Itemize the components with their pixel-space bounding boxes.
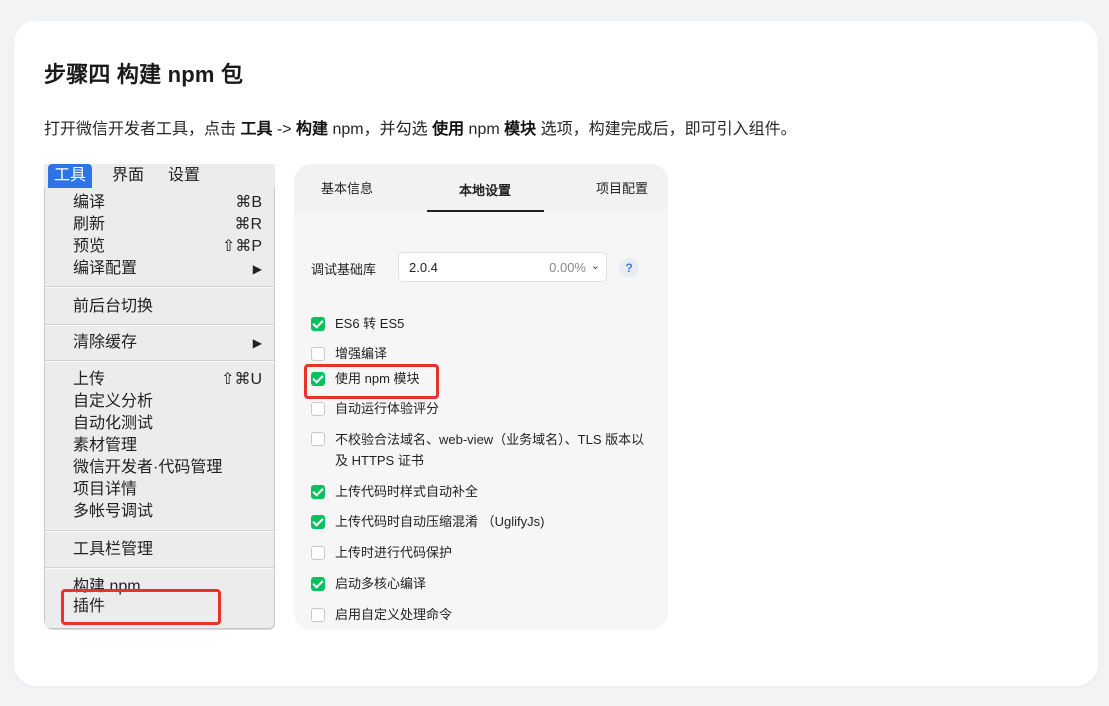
tab-project-config[interactable]: 项目配置 bbox=[596, 178, 648, 197]
menu-divider bbox=[45, 324, 274, 326]
desc-text: 打开微信开发者工具，点击 bbox=[44, 121, 241, 138]
menu-item-label: 素材管理 bbox=[73, 437, 138, 454]
menu-divider bbox=[45, 286, 274, 288]
shortcut-label: ⇧⌘U bbox=[221, 371, 262, 388]
step-description: 打开微信开发者工具，点击 工具 -> 构建 npm，并勾选 使用 npm 模块 … bbox=[44, 115, 797, 139]
menu-item-assets[interactable]: 素材管理 bbox=[73, 435, 262, 457]
checkbox-checked-icon[interactable] bbox=[311, 485, 325, 499]
checkbox-unchecked-icon[interactable] bbox=[311, 347, 325, 361]
shortcut-label: ⇧⌘P bbox=[221, 238, 262, 255]
checkbox-unchecked-icon[interactable] bbox=[311, 546, 325, 560]
option-label: 启动多核心编译 bbox=[335, 576, 427, 591]
base-library-version: 2.0.4 bbox=[409, 260, 438, 275]
checkbox-unchecked-icon[interactable] bbox=[311, 432, 325, 446]
desc-text: 选项，构建完成后，即可引入组件。 bbox=[536, 121, 797, 138]
option-label: ES6 转 ES5 bbox=[335, 316, 405, 331]
checkbox-unchecked-icon[interactable] bbox=[311, 608, 325, 622]
option-label: 上传时进行代码保护 bbox=[335, 545, 453, 560]
submenu-arrow-icon: ▶ bbox=[252, 336, 262, 350]
menu-divider bbox=[45, 530, 274, 532]
option-label: 增强编译 bbox=[335, 346, 388, 361]
shortcut-label: ⌘B bbox=[235, 194, 262, 211]
menubar-item-settings[interactable]: 设置 bbox=[162, 164, 206, 188]
menu-item-refresh[interactable]: 刷新 ⌘R bbox=[73, 214, 262, 236]
menu-item-label: 前后台切换 bbox=[73, 298, 154, 315]
desc-bold-build: 构建 bbox=[296, 121, 329, 138]
desc-bold-use: 使用 bbox=[432, 121, 465, 138]
option-label: 上传代码时样式自动补全 bbox=[335, 484, 479, 499]
menu-item-label: 编译配置 bbox=[73, 260, 138, 277]
menu-item-label: 清除缓存 bbox=[73, 334, 138, 351]
settings-tabs: 基本信息 本地设置 项目配置 bbox=[294, 164, 668, 212]
chevron-down-icon: ⌄ bbox=[590, 260, 600, 272]
base-library-percentage: 0.00% bbox=[549, 260, 586, 275]
menubar-item-tools[interactable]: 工具 bbox=[48, 164, 93, 188]
menubar: 工具 界面 设置 bbox=[44, 164, 275, 188]
desc-bold-tools: 工具 bbox=[240, 121, 273, 138]
base-library-label: 调试基础库 bbox=[311, 262, 377, 277]
menu-item-custom-analysis[interactable]: 自定义分析 bbox=[73, 391, 262, 413]
checkbox-checked-icon[interactable] bbox=[311, 317, 325, 331]
menu-item-label: 多帐号调试 bbox=[73, 503, 154, 520]
desc-text: npm bbox=[464, 121, 505, 138]
tab-local-settings[interactable]: 本地设置 bbox=[459, 180, 511, 199]
checkbox-checked-icon[interactable] bbox=[311, 515, 325, 529]
menu-item-preview[interactable]: 预览 ⇧⌘P bbox=[73, 236, 262, 258]
menu-item-toolbar-management[interactable]: 工具栏管理 bbox=[73, 539, 262, 561]
checkbox-unchecked-icon[interactable] bbox=[311, 402, 325, 416]
option-label: 不校验合法域名、web-view（业务域名）、TLS 版本以及 HTTPS 证书 bbox=[335, 432, 645, 468]
desc-text: npm，并勾选 bbox=[328, 121, 433, 138]
menubar-item-interface[interactable]: 界面 bbox=[106, 164, 150, 188]
tools-dropdown-menu: 编译 ⌘B 刷新 ⌘R 预览 ⇧⌘P 编译配置 ▶ 前后台切换 清除缓存 ▶ 上传 ⇧⌘U … bbox=[44, 188, 275, 629]
desc-text: -> bbox=[272, 121, 297, 138]
menu-item-auto-test[interactable]: 自动化测试 bbox=[73, 413, 262, 435]
menu-item-label: 上传 bbox=[73, 371, 106, 388]
menu-item-label: 编译 bbox=[73, 194, 106, 211]
menu-item-label: 刷新 bbox=[73, 216, 106, 233]
menu-item-upload[interactable]: 上传 ⇧⌘U bbox=[73, 369, 262, 391]
option-label: 自动运行体验评分 bbox=[335, 401, 440, 416]
local-settings-screenshot: 基本信息 本地设置 项目配置 调试基础库 2.0.4 0.00% ⌄ ? ES6… bbox=[294, 164, 668, 630]
active-tab-indicator bbox=[427, 210, 544, 212]
option-label: 启用自定义处理命令 bbox=[335, 607, 453, 622]
menu-item-compile-config[interactable]: 编译配置 ▶ bbox=[73, 258, 262, 280]
menu-item-label: 自动化测试 bbox=[73, 415, 154, 432]
tools-menu-screenshot: 工具 界面 设置 编译 ⌘B 刷新 ⌘R 预览 ⇧⌘P 编译配置 ▶ 前后台切换 清除缓… bbox=[44, 164, 275, 630]
content-card: 步骤四 构建 npm 包 打开微信开发者工具，点击 工具 -> 构建 npm，并… bbox=[14, 21, 1098, 686]
step-title: 步骤四 构建 npm 包 bbox=[44, 62, 244, 87]
help-icon[interactable]: ? bbox=[619, 258, 639, 278]
menu-item-fg-bg-switch[interactable]: 前后台切换 bbox=[73, 296, 262, 318]
submenu-arrow-icon: ▶ bbox=[252, 262, 262, 276]
option-label: 上传代码时自动压缩混淆 （UglifyJs) bbox=[335, 514, 545, 529]
menu-divider bbox=[45, 360, 274, 362]
menu-item-label: 项目详情 bbox=[73, 481, 138, 498]
checkbox-checked-icon[interactable] bbox=[311, 577, 325, 591]
menu-divider bbox=[45, 567, 274, 569]
menu-item-code-management[interactable]: 微信开发者·代码管理 bbox=[73, 457, 262, 479]
menu-item-clear-cache[interactable]: 清除缓存 ▶ bbox=[73, 332, 262, 354]
menu-item-label: 自定义分析 bbox=[73, 393, 154, 410]
menu-item-project-details[interactable]: 项目详情 bbox=[73, 479, 262, 501]
highlight-box-build-npm bbox=[61, 589, 221, 625]
menu-item-label: 工具栏管理 bbox=[73, 541, 154, 558]
base-library-select[interactable]: 2.0.4 0.00% ⌄ bbox=[398, 252, 607, 282]
menu-item-compile[interactable]: 编译 ⌘B bbox=[73, 192, 262, 214]
highlight-box-use-npm bbox=[304, 364, 439, 399]
desc-bold-module: 模块 bbox=[504, 121, 537, 138]
menu-item-label: 预览 bbox=[73, 238, 106, 255]
menu-item-label: 微信开发者·代码管理 bbox=[73, 459, 223, 476]
menu-item-multi-account[interactable]: 多帐号调试 bbox=[73, 501, 262, 523]
shortcut-label: ⌘R bbox=[234, 216, 262, 233]
tab-basic-info[interactable]: 基本信息 bbox=[321, 178, 373, 197]
